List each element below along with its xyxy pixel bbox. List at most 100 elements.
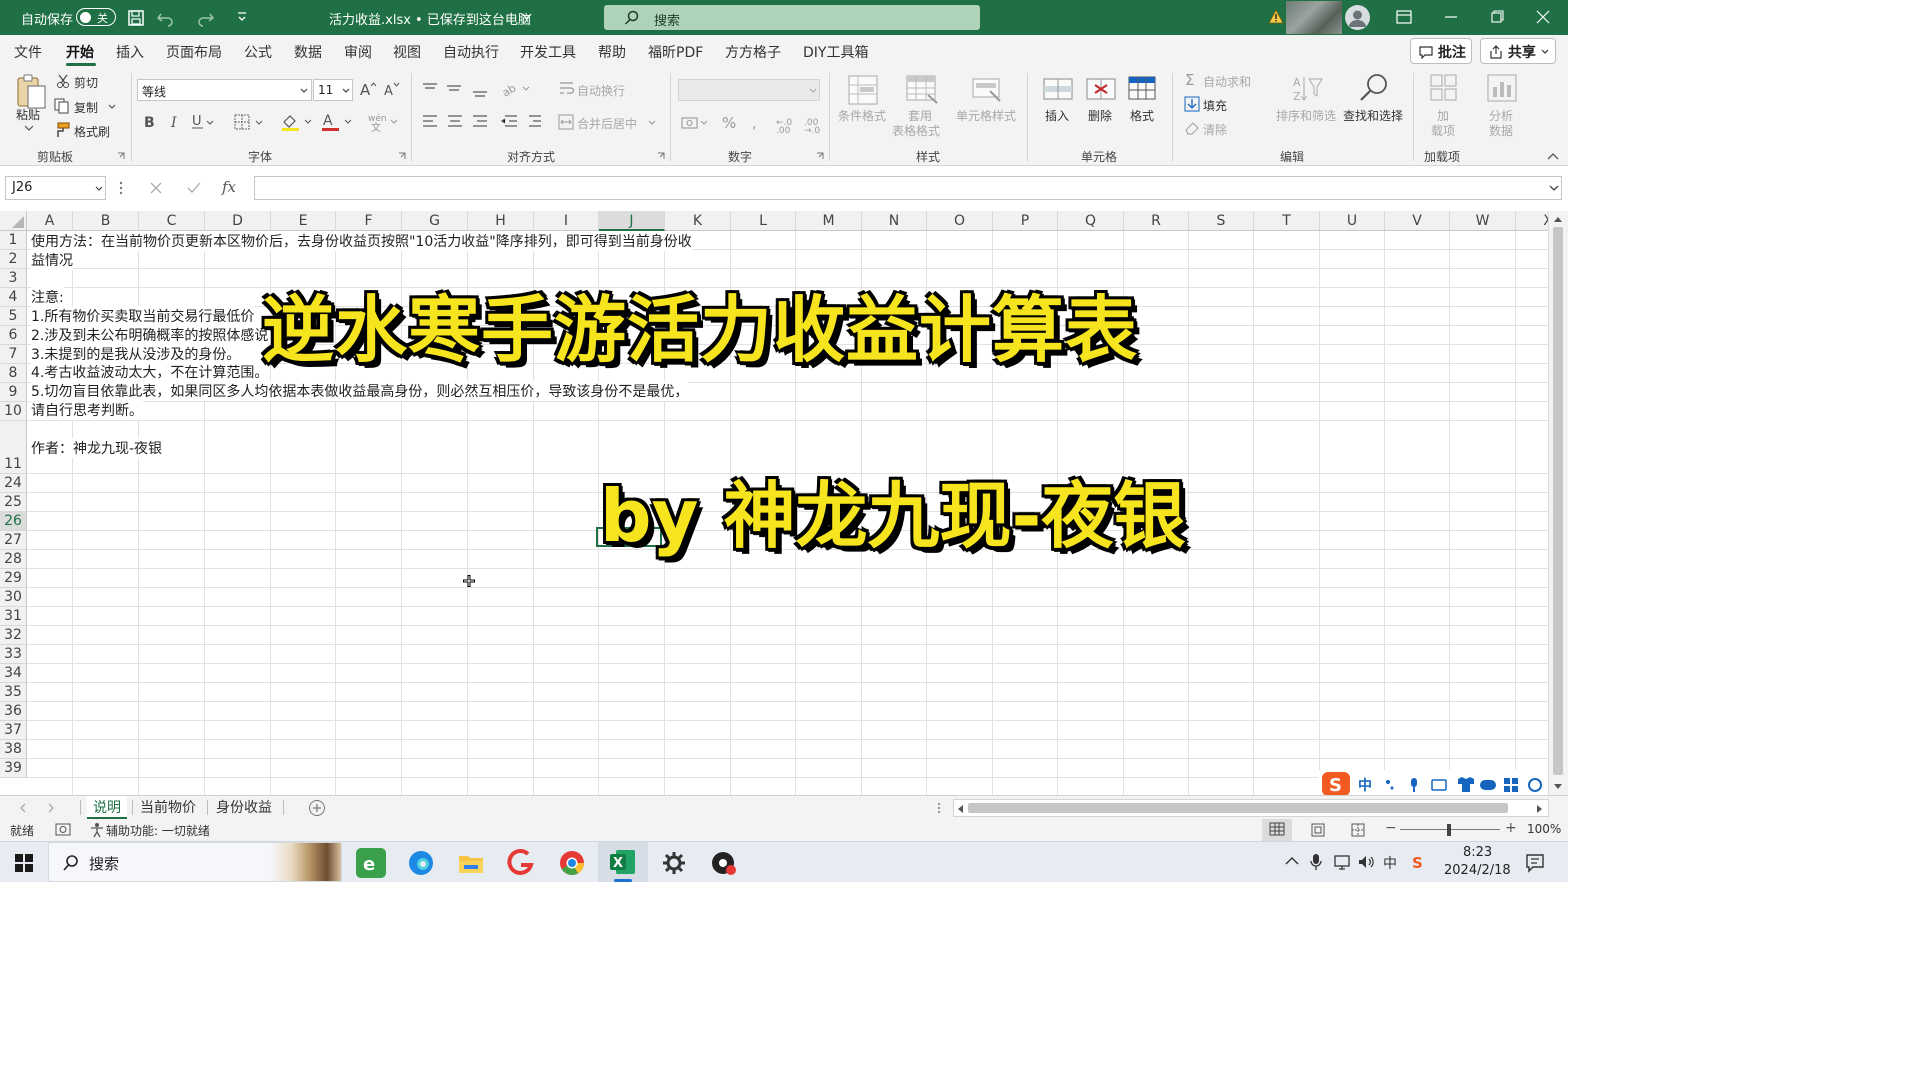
cell-a5[interactable]: 1.所有物价买卖取当前交易行最低价 [31, 306, 255, 326]
insert-cells-label[interactable]: 插入 [1045, 107, 1069, 124]
conditional-formatting-icon[interactable] [848, 75, 878, 105]
delete-cells-label[interactable]: 删除 [1088, 107, 1112, 124]
format-cells-icon[interactable] [1127, 72, 1157, 104]
windows-start-icon[interactable] [14, 853, 34, 873]
vertical-scrollbar[interactable] [1548, 211, 1568, 795]
warning-icon[interactable] [1268, 9, 1284, 25]
cell-a6[interactable]: 2.涉及到未公布明确概率的按照体感说 [31, 325, 269, 345]
column-header-o[interactable]: O [927, 211, 993, 231]
zoom-slider-thumb[interactable] [1447, 824, 1451, 836]
dialog-launcher-icon[interactable] [117, 152, 125, 160]
row-header-38[interactable]: 38 [0, 740, 27, 759]
autosave-toggle[interactable]: 关 [76, 8, 116, 26]
worksheet-grid[interactable]: ABCDEFGHIJKLMNOPQRSTUVWX 123456789101124… [0, 211, 1548, 795]
page-break-view-icon[interactable] [1350, 822, 1366, 838]
macro-recording-icon[interactable] [55, 823, 71, 837]
row-header-3[interactable]: 3 [0, 269, 27, 288]
column-header-w[interactable]: W [1450, 211, 1516, 231]
format-painter-label[interactable]: 格式刷 [74, 123, 110, 140]
row-header-31[interactable]: 31 [0, 607, 27, 626]
font-color-icon[interactable]: A [321, 112, 355, 132]
number-format-icons[interactable]: %, ←.0.00.00→.0 [680, 113, 820, 133]
column-header-n[interactable]: N [862, 211, 927, 231]
next-sheet-icon[interactable] [46, 803, 56, 813]
sort-filter-icon[interactable]: AZ [1292, 74, 1324, 104]
insert-cells-icon[interactable] [1042, 75, 1074, 105]
collapse-ribbon-icon[interactable] [1547, 153, 1559, 161]
sogou-logo-icon[interactable]: S [1320, 770, 1352, 798]
scroll-down-icon[interactable] [1553, 783, 1563, 791]
column-header-d[interactable]: D [205, 211, 271, 231]
restore-button[interactable] [1482, 7, 1512, 27]
cell-styles-icon[interactable] [970, 75, 1004, 105]
settings-icon[interactable] [659, 848, 689, 878]
dialog-launcher-icon[interactable] [398, 152, 406, 160]
taskbar-search[interactable]: 搜索 [48, 842, 342, 882]
sheet-tab-current-prices[interactable]: 当前物价 [134, 796, 202, 819]
notification-center-icon[interactable] [1525, 853, 1545, 873]
wrap-text-icon[interactable] [558, 80, 576, 98]
fill-color-icon[interactable] [281, 112, 315, 132]
row-header-7[interactable]: 7 [0, 345, 27, 364]
delete-cells-icon[interactable] [1085, 75, 1117, 105]
format-as-table-label-2[interactable]: 表格格式 [892, 122, 940, 139]
tab-foxit-pdf[interactable]: 福昕PDF [648, 42, 703, 62]
scroll-right-icon[interactable] [1536, 804, 1544, 814]
column-header-x[interactable]: X [1516, 211, 1548, 231]
column-header-e[interactable]: E [271, 211, 336, 231]
row-header-34[interactable]: 34 [0, 664, 27, 683]
tab-home[interactable]: 开始 [66, 42, 94, 62]
find-select-icon[interactable] [1358, 72, 1390, 104]
autosum-icon[interactable]: Σ [1184, 72, 1200, 88]
row-header-9[interactable]: 9 [0, 383, 27, 402]
addins-label-2[interactable]: 载项 [1431, 122, 1455, 139]
cell-styles-label[interactable]: 单元格样式 [956, 107, 1016, 124]
tab-automate[interactable]: 自动执行 [443, 42, 499, 62]
merge-cells-icon[interactable] [558, 114, 574, 130]
save-icon[interactable] [127, 9, 145, 27]
accessibility-status[interactable]: 辅助功能: 一切就绪 [106, 822, 210, 839]
tab-review[interactable]: 审阅 [344, 42, 372, 62]
phonetic-icon[interactable]: wén文 [367, 112, 401, 132]
number-format-select[interactable] [678, 79, 820, 101]
chrome-icon[interactable] [557, 848, 587, 878]
show-hidden-icons-icon[interactable] [1285, 856, 1299, 866]
row-header-5[interactable]: 5 [0, 307, 27, 326]
horizontal-scrollbar[interactable] [953, 799, 1549, 817]
row-header-28[interactable]: 28 [0, 550, 27, 569]
row-header-11[interactable]: 11 [0, 421, 27, 474]
taskbar-ime[interactable]: 中 [1383, 853, 1397, 873]
cell-a1-continuation[interactable]: 益情况 [31, 250, 73, 270]
copy-icon[interactable] [54, 98, 70, 114]
format-painter-icon[interactable] [54, 122, 70, 138]
fill-down-icon[interactable] [1184, 96, 1200, 112]
clear-label[interactable]: 清除 [1203, 121, 1227, 138]
avatar[interactable] [1345, 5, 1370, 30]
tab-diy-toolbox[interactable]: DIY工具箱 [803, 42, 868, 62]
formula-input[interactable] [254, 176, 1562, 200]
dialog-launcher-icon[interactable] [657, 152, 665, 160]
find-select-label[interactable]: 查找和选择 [1343, 107, 1403, 124]
file-explorer-icon[interactable] [456, 848, 486, 878]
select-all-button[interactable] [0, 211, 27, 231]
tab-fangfang-gezi[interactable]: 方方格子 [725, 42, 781, 62]
cell-a7[interactable]: 3.未提到的是我从没涉及的身份。 [31, 344, 241, 364]
tab-developer[interactable]: 开发工具 [520, 42, 576, 62]
column-header-j[interactable]: J [599, 211, 665, 231]
zoom-out-button[interactable]: − [1385, 820, 1397, 836]
column-header-l[interactable]: L [731, 211, 796, 231]
row-header-36[interactable]: 36 [0, 702, 27, 721]
row-header-30[interactable]: 30 [0, 588, 27, 607]
row-header-2[interactable]: 2 [0, 250, 27, 269]
row-header-26[interactable]: 26 [0, 512, 27, 531]
analyze-data-label-2[interactable]: 数据 [1489, 122, 1513, 139]
sheet-tab-identity-income[interactable]: 身份收益 [210, 796, 278, 819]
recorder-app-icon[interactable] [709, 848, 739, 878]
row-header-8[interactable]: 8 [0, 364, 27, 383]
zoom-level[interactable]: 100% [1527, 822, 1561, 836]
column-header-u[interactable]: U [1320, 211, 1385, 231]
tab-insert[interactable]: 插入 [116, 42, 144, 62]
confirm-entry-icon[interactable] [186, 181, 202, 195]
row-header-33[interactable]: 33 [0, 645, 27, 664]
clock-date[interactable]: 2024/2/18 [1444, 863, 1511, 878]
